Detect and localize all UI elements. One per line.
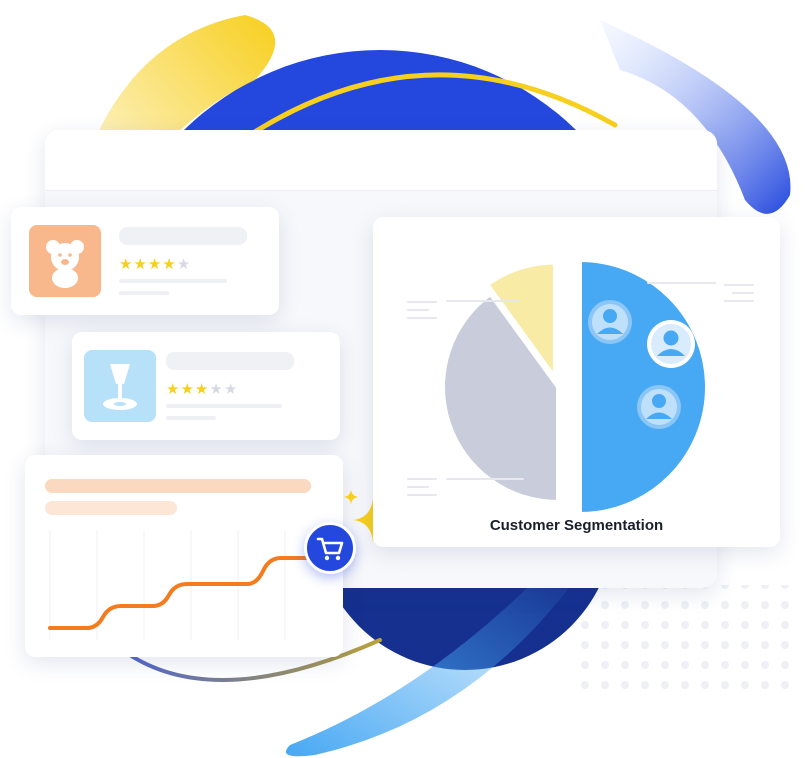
product-line-placeholder — [119, 279, 227, 283]
product-name-placeholder — [166, 352, 294, 370]
star-empty-icon: ★ — [209, 381, 224, 398]
star-filled-icon: ★ — [162, 256, 177, 273]
rating-stars: ★★★★★ — [119, 257, 191, 272]
window-titlebar — [45, 130, 717, 191]
star-filled-icon: ★ — [133, 256, 148, 273]
product-line-placeholder-short — [166, 416, 216, 420]
user-avatar-icon — [647, 320, 695, 368]
segmentation-title: Customer Segmentation — [489, 517, 664, 534]
product-thumb-2 — [84, 350, 156, 422]
user-avatar-icon — [588, 300, 632, 344]
segmentation-card: Customer Segmentation — [373, 217, 780, 547]
star-empty-icon: ★ — [176, 256, 192, 273]
product-card-1[interactable]: ★★★★★ — [11, 207, 279, 315]
star-filled-icon: ★ — [147, 256, 163, 273]
star-filled-icon: ★ — [166, 381, 181, 398]
dot-grid — [575, 585, 790, 695]
rating-stars: ★★★★★ — [166, 382, 238, 397]
product-card-2[interactable]: ★★★★★ — [72, 332, 340, 440]
trend-line-chart — [48, 530, 319, 640]
pie-slice — [578, 257, 709, 517]
product-thumb-1 — [29, 225, 101, 297]
product-line-placeholder — [166, 404, 282, 408]
star-filled-icon: ★ — [194, 381, 210, 398]
trend-line — [48, 556, 319, 630]
segmentation-pie-chart — [407, 257, 754, 517]
product-line-placeholder-short — [119, 291, 169, 295]
star-filled-icon: ★ — [180, 381, 195, 398]
lamp-icon — [103, 364, 137, 410]
teddy-bear-icon — [46, 240, 84, 288]
user-avatar-icon — [637, 385, 681, 429]
sales-trend-card — [25, 455, 343, 657]
star-empty-icon: ★ — [223, 381, 239, 398]
star-filled-icon: ★ — [119, 256, 134, 273]
product-name-placeholder — [119, 227, 247, 245]
